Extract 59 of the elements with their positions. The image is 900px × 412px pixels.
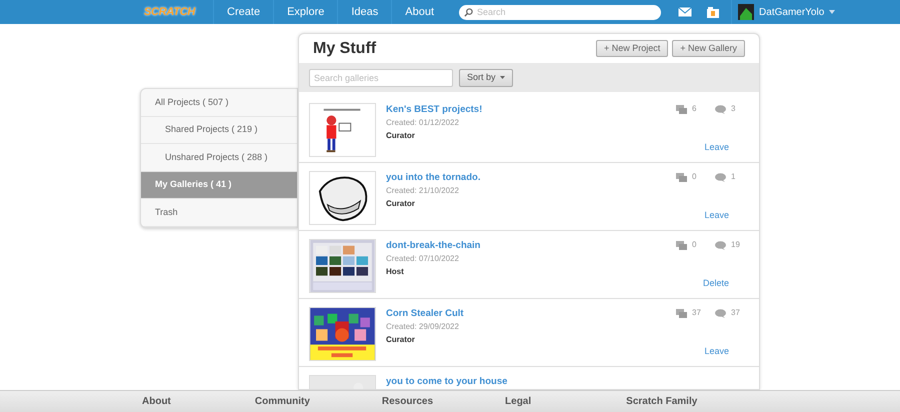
project-count: 0	[692, 239, 698, 251]
created-date: Created: 21/10/2022	[386, 185, 460, 197]
nav-link[interactable]: Create	[213, 0, 274, 24]
created-date: Created: 29/09/2022	[386, 321, 460, 333]
projects-icon	[676, 240, 687, 250]
caret-icon	[500, 76, 505, 79]
gallery-title[interactable]: dont-break-the-chain	[386, 239, 480, 253]
comment-icon	[715, 104, 726, 114]
search-icon	[464, 8, 474, 16]
role-label: Curator	[386, 334, 416, 346]
avatar	[738, 4, 754, 20]
sidebar-item[interactable]: Trash	[141, 199, 297, 226]
footer-link[interactable]: About	[142, 394, 171, 409]
project-count: 37	[692, 307, 702, 319]
new-button[interactable]: + New Project	[596, 40, 668, 57]
project-count: 6	[692, 103, 698, 115]
sidebar-item[interactable]: All Projects ( 507 )	[141, 89, 297, 116]
nav-link[interactable]: Ideas	[337, 0, 392, 24]
gallery-title[interactable]: you into the tornado.	[386, 171, 480, 185]
comment-icon	[715, 308, 726, 318]
comment-count: 3	[731, 103, 736, 115]
search-field[interactable]: Search	[459, 4, 662, 20]
footer-link[interactable]: Resources	[382, 394, 434, 409]
action-link[interactable]: Leave	[704, 140, 729, 154]
project-count: 0	[692, 171, 698, 183]
created-date: Created: 07/10/2022	[386, 253, 460, 265]
footer-link[interactable]: Scratch Family	[626, 394, 698, 409]
caret-icon	[829, 10, 836, 14]
action-link[interactable]: Leave	[704, 344, 729, 358]
search-field[interactable]: Search galleries	[309, 68, 453, 86]
projects-icon	[676, 172, 687, 182]
mail-icon[interactable]	[678, 7, 692, 17]
created-date: Created: 01/12/2022	[386, 117, 460, 129]
comment-count: 37	[731, 307, 741, 319]
sidebar-item[interactable]: Shared Projects ( 219 )	[141, 116, 297, 144]
role-label: Host	[386, 266, 405, 278]
new-button[interactable]: + New Gallery	[672, 40, 745, 57]
role-label: Curator	[386, 130, 416, 142]
sidebar-item[interactable]: My Galleries ( 41 )	[141, 172, 297, 199]
action-link[interactable]: Leave	[704, 208, 729, 222]
comment-icon	[715, 172, 726, 182]
sort-button[interactable]: Sort by	[459, 68, 513, 86]
gallery-title[interactable]: Corn Stealer Cult	[386, 307, 464, 321]
page-title: My Stuff	[313, 38, 376, 58]
comment-count: 19	[731, 239, 741, 251]
folder-icon[interactable]	[707, 6, 720, 18]
role-label: Curator	[386, 198, 416, 210]
comment-icon	[715, 240, 726, 250]
footer-link[interactable]: Community	[254, 394, 310, 409]
gallery-title[interactable]: you to come to your house	[386, 375, 508, 389]
gallery-title[interactable]: Ken's BEST projects!	[386, 103, 482, 117]
nav-link[interactable]: About	[391, 0, 448, 24]
projects-icon	[676, 104, 687, 114]
projects-icon	[676, 308, 687, 318]
account-menu[interactable]: DatGamerYolo	[731, 0, 842, 24]
comment-count: 1	[731, 171, 736, 183]
action-link[interactable]: Delete	[702, 276, 729, 290]
nav-link[interactable]: Explore	[273, 0, 338, 24]
footer-link[interactable]: Legal	[505, 394, 532, 409]
